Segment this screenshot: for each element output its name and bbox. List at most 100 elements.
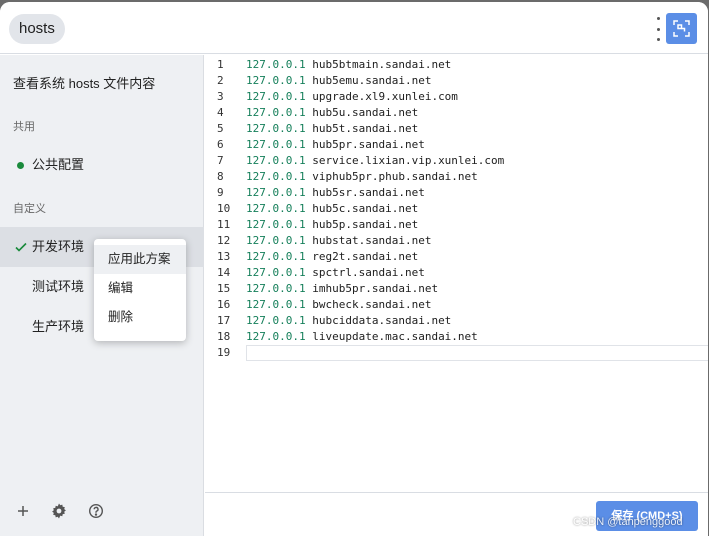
code-line[interactable]: 16 127.0.0.1 bwcheck.sandai.net <box>205 297 708 313</box>
line-number: 4 <box>217 106 224 119</box>
line-content: 127.0.0.1 imhub5pr.sandai.net <box>246 281 438 297</box>
sidebar-item-label: 测试环境 <box>32 279 85 294</box>
code-line[interactable]: 17 127.0.0.1 hubciddata.sandai.net <box>205 313 708 329</box>
help-icon[interactable] <box>88 503 104 519</box>
line-number: 8 <box>217 170 224 183</box>
code-line[interactable]: 7 127.0.0.1 service.lixian.vip.xunlei.com <box>205 153 708 169</box>
add-icon[interactable] <box>15 503 31 519</box>
ip-address: 127.0.0.1 <box>246 266 306 279</box>
line-number: 19 <box>217 346 231 359</box>
line-number: 3 <box>217 90 224 103</box>
code-line[interactable]: 10 127.0.0.1 hub5c.sandai.net <box>205 201 708 217</box>
ip-address: 127.0.0.1 <box>246 74 306 87</box>
code-line[interactable]: 9 127.0.0.1 hub5sr.sandai.net <box>205 185 708 201</box>
check-icon <box>15 242 27 252</box>
line-content: 127.0.0.1 upgrade.xl9.xunlei.com <box>246 89 458 105</box>
sidebar-item-label: 公共配置 <box>32 157 85 172</box>
sidebar-item-shared-config[interactable]: 公共配置 <box>0 145 204 185</box>
ip-address: 127.0.0.1 <box>246 282 306 295</box>
line-number: 18 <box>217 330 231 343</box>
line-number: 9 <box>217 186 224 199</box>
code-line[interactable]: 2 127.0.0.1 hub5emu.sandai.net <box>205 73 708 89</box>
menu-item-apply[interactable]: 应用此方案 <box>94 245 186 274</box>
code-line[interactable]: 1 127.0.0.1 hub5btmain.sandai.net <box>205 57 708 73</box>
ip-address: 127.0.0.1 <box>246 58 306 71</box>
active-line-highlight <box>246 345 708 361</box>
line-content: 127.0.0.1 hubstat.sandai.net <box>246 233 431 249</box>
ip-address: 127.0.0.1 <box>246 218 306 231</box>
code-line[interactable]: 18 127.0.0.1 liveupdate.mac.sandai.net <box>205 329 708 345</box>
line-content: 127.0.0.1 hub5emu.sandai.net <box>246 73 431 89</box>
line-number: 11 <box>217 218 231 231</box>
hostname: viphub5pr.phub.sandai.net <box>312 170 478 183</box>
code-line[interactable]: 5 127.0.0.1 hub5t.sandai.net <box>205 121 708 137</box>
code-line[interactable]: 13 127.0.0.1 reg2t.sandai.net <box>205 249 708 265</box>
line-number: 12 <box>217 234 231 247</box>
line-number: 17 <box>217 314 231 327</box>
line-number: 5 <box>217 122 224 135</box>
code-line[interactable]: 6 127.0.0.1 hub5pr.sandai.net <box>205 137 708 153</box>
code-line[interactable]: 3 127.0.0.1 upgrade.xl9.xunlei.com <box>205 89 708 105</box>
app-window: hosts 查看系统 hosts 文件内容 共用 公共配置 自定义 开发环境 测… <box>0 2 708 536</box>
more-menu-icon[interactable] <box>653 17 663 41</box>
line-number: 7 <box>217 154 224 167</box>
hostname: hub5btmain.sandai.net <box>312 58 452 71</box>
hostname: service.lixian.vip.xunlei.com <box>312 154 505 167</box>
active-dot-icon <box>17 162 24 169</box>
menu-item-delete[interactable]: 删除 <box>94 303 186 332</box>
sidebar-item-label: 生产环境 <box>32 319 85 334</box>
line-content: 127.0.0.1 bwcheck.sandai.net <box>246 297 431 313</box>
hostname: hub5emu.sandai.net <box>312 74 432 87</box>
hostname: hubstat.sandai.net <box>312 234 432 247</box>
hostname: upgrade.xl9.xunlei.com <box>312 90 458 103</box>
line-content: 127.0.0.1 hub5p.sandai.net <box>246 217 418 233</box>
section-custom-label: 自定义 <box>13 203 46 215</box>
code-line[interactable]: 19 <box>205 345 708 361</box>
code-line[interactable]: 15 127.0.0.1 imhub5pr.sandai.net <box>205 281 708 297</box>
ip-address: 127.0.0.1 <box>246 122 306 135</box>
sidebar-item-label: 开发环境 <box>32 239 85 254</box>
hostname: hub5t.sandai.net <box>312 122 419 135</box>
code-line[interactable]: 12 127.0.0.1 hubstat.sandai.net <box>205 233 708 249</box>
title-bar: hosts <box>0 2 708 54</box>
line-content: 127.0.0.1 hub5sr.sandai.net <box>246 185 425 201</box>
context-menu: 应用此方案 编辑 删除 <box>94 239 186 341</box>
code-line[interactable]: 11 127.0.0.1 hub5p.sandai.net <box>205 217 708 233</box>
line-content: 127.0.0.1 hub5btmain.sandai.net <box>246 57 451 73</box>
hostname: hub5p.sandai.net <box>312 218 419 231</box>
system-hosts-toggle-button[interactable] <box>666 13 697 44</box>
system-hosts-link[interactable]: 查看系统 hosts 文件内容 <box>13 73 155 92</box>
ip-address: 127.0.0.1 <box>246 138 306 151</box>
code-line[interactable]: 4 127.0.0.1 hub5u.sandai.net <box>205 105 708 121</box>
line-content: 127.0.0.1 service.lixian.vip.xunlei.com <box>246 153 504 169</box>
hostname: hubciddata.sandai.net <box>312 314 452 327</box>
line-content: 127.0.0.1 hub5u.sandai.net <box>246 105 418 121</box>
hosts-editor[interactable]: 1 127.0.0.1 hub5btmain.sandai.net 2 127.0.0… <box>205 55 708 493</box>
hostname: hub5u.sandai.net <box>312 106 419 119</box>
hostname: hub5c.sandai.net <box>312 202 419 215</box>
line-content: 127.0.0.1 liveupdate.mac.sandai.net <box>246 329 478 345</box>
scan-icon <box>673 20 690 37</box>
line-content: 127.0.0.1 hubciddata.sandai.net <box>246 313 451 329</box>
window-title: hosts <box>9 14 65 44</box>
line-number: 13 <box>217 250 231 263</box>
gear-icon[interactable] <box>51 503 67 519</box>
ip-address: 127.0.0.1 <box>246 90 306 103</box>
menu-item-edit[interactable]: 编辑 <box>94 274 186 303</box>
code-line[interactable]: 14 127.0.0.1 spctrl.sandai.net <box>205 265 708 281</box>
hostname: hub5sr.sandai.net <box>312 186 425 199</box>
ip-address: 127.0.0.1 <box>246 170 306 183</box>
line-number: 6 <box>217 138 224 151</box>
line-content: 127.0.0.1 viphub5pr.phub.sandai.net <box>246 169 478 185</box>
line-number: 10 <box>217 202 231 215</box>
code-line[interactable]: 8 127.0.0.1 viphub5pr.phub.sandai.net <box>205 169 708 185</box>
line-number: 2 <box>217 74 224 87</box>
line-content: 127.0.0.1 reg2t.sandai.net <box>246 249 418 265</box>
watermark: CSDN @tanpenggood <box>573 516 683 528</box>
line-content: 127.0.0.1 hub5t.sandai.net <box>246 121 418 137</box>
hostname: hub5pr.sandai.net <box>312 138 425 151</box>
ip-address: 127.0.0.1 <box>246 250 306 263</box>
hostname: liveupdate.mac.sandai.net <box>312 330 478 343</box>
ip-address: 127.0.0.1 <box>246 330 306 343</box>
line-number: 1 <box>217 58 224 71</box>
